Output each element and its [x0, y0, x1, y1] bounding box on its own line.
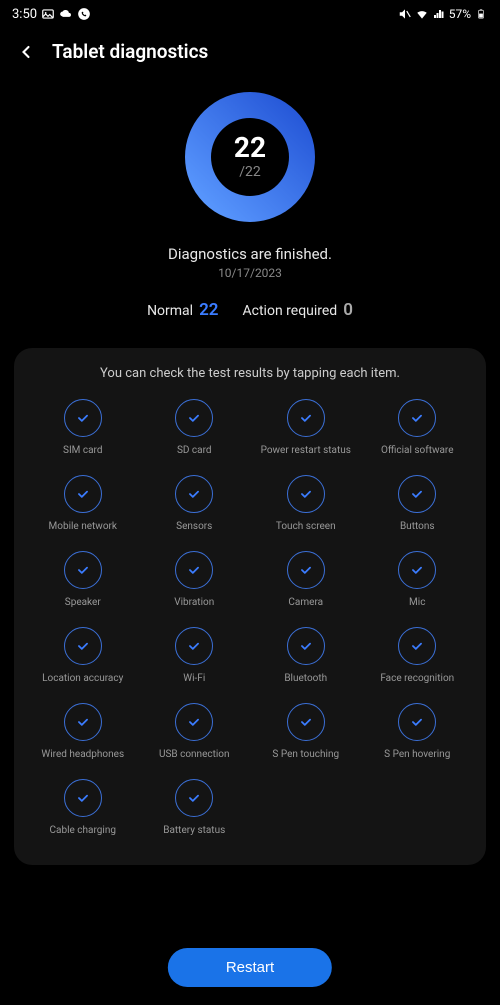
check-icon: [398, 703, 436, 741]
result-label: SIM card: [63, 445, 102, 457]
action-count: Action required 0: [243, 300, 353, 320]
check-icon: [398, 551, 436, 589]
progress-total: /22: [234, 164, 266, 180]
result-item[interactable]: Vibration: [140, 547, 250, 613]
check-icon: [287, 627, 325, 665]
check-icon: [287, 551, 325, 589]
check-icon: [64, 475, 102, 513]
finished-date: 10/17/2023: [0, 266, 500, 280]
result-item[interactable]: Buttons: [363, 471, 473, 537]
progress-ring: 22 /22: [180, 87, 320, 227]
back-button[interactable]: [16, 42, 36, 62]
result-item[interactable]: Sensors: [140, 471, 250, 537]
result-label: Mic: [409, 597, 425, 609]
check-icon: [398, 475, 436, 513]
phone-icon: [77, 7, 91, 21]
result-label: S Pen hovering: [384, 749, 450, 761]
result-item[interactable]: Face recognition: [363, 623, 473, 689]
signal-icon: [432, 7, 446, 21]
action-label: Action required: [243, 303, 338, 319]
results-panel: You can check the test results by tappin…: [14, 348, 486, 865]
page-title: Tablet diagnostics: [52, 40, 208, 63]
check-icon: [398, 399, 436, 437]
status-time: 3:50: [12, 7, 37, 22]
result-item[interactable]: S Pen touching: [251, 699, 361, 765]
result-label: Location accuracy: [42, 673, 123, 685]
result-item[interactable]: S Pen hovering: [363, 699, 473, 765]
result-label: Bluetooth: [284, 673, 327, 685]
result-item[interactable]: Official software: [363, 395, 473, 461]
result-item[interactable]: Touch screen: [251, 471, 361, 537]
normal-label: Normal: [147, 303, 193, 319]
action-value: 0: [343, 300, 353, 320]
progress-count: 22: [234, 134, 266, 162]
result-item[interactable]: Cable charging: [28, 775, 138, 841]
check-icon: [175, 779, 213, 817]
normal-value: 22: [199, 300, 218, 320]
battery-icon: [474, 7, 488, 21]
check-icon: [287, 475, 325, 513]
result-item[interactable]: Battery status: [140, 775, 250, 841]
counts-row: Normal 22 Action required 0: [0, 300, 500, 320]
restart-button[interactable]: Restart: [168, 948, 332, 987]
battery-text: 57%: [449, 7, 471, 21]
results-hint: You can check the test results by tappin…: [28, 366, 472, 381]
result-label: Buttons: [400, 521, 435, 533]
check-icon: [64, 627, 102, 665]
result-label: Face recognition: [380, 673, 454, 685]
check-icon: [175, 627, 213, 665]
status-left: 3:50: [12, 7, 91, 22]
result-item[interactable]: Mobile network: [28, 471, 138, 537]
cloud-icon: [59, 7, 73, 21]
result-item[interactable]: Bluetooth: [251, 623, 361, 689]
check-icon: [175, 703, 213, 741]
result-item[interactable]: Speaker: [28, 547, 138, 613]
check-icon: [398, 627, 436, 665]
result-item[interactable]: Mic: [363, 547, 473, 613]
result-label: USB connection: [159, 749, 230, 761]
page-header: Tablet diagnostics: [0, 28, 500, 83]
result-label: Camera: [288, 597, 323, 609]
result-label: Power restart status: [261, 445, 351, 457]
result-label: Speaker: [65, 597, 101, 609]
result-label: Wired headphones: [41, 749, 124, 761]
result-item[interactable]: Camera: [251, 547, 361, 613]
result-item[interactable]: SIM card: [28, 395, 138, 461]
finished-section: Diagnostics are finished. 10/17/2023: [0, 245, 500, 280]
result-item[interactable]: SD card: [140, 395, 250, 461]
result-label: SD card: [177, 445, 212, 457]
check-icon: [64, 779, 102, 817]
result-label: Battery status: [163, 825, 225, 837]
check-icon: [175, 475, 213, 513]
result-item[interactable]: Power restart status: [251, 395, 361, 461]
result-label: Cable charging: [50, 825, 116, 837]
check-icon: [287, 399, 325, 437]
result-label: Vibration: [174, 597, 214, 609]
check-icon: [287, 703, 325, 741]
result-label: Official software: [381, 445, 454, 457]
status-bar: 3:50 57%: [0, 0, 500, 28]
result-item[interactable]: Location accuracy: [28, 623, 138, 689]
check-icon: [64, 703, 102, 741]
result-label: Touch screen: [276, 521, 336, 533]
result-item[interactable]: Wired headphones: [28, 699, 138, 765]
progress-ring-container: 22 /22: [0, 87, 500, 227]
result-label: Sensors: [176, 521, 212, 533]
normal-count: Normal 22: [147, 300, 218, 320]
result-item[interactable]: USB connection: [140, 699, 250, 765]
check-icon: [64, 399, 102, 437]
check-icon: [175, 551, 213, 589]
mute-icon: [398, 7, 412, 21]
finished-title: Diagnostics are finished.: [0, 245, 500, 263]
check-icon: [64, 551, 102, 589]
results-grid: SIM card SD card Power restart status Offic…: [28, 395, 472, 841]
result-item[interactable]: Wi-Fi: [140, 623, 250, 689]
result-label: Wi-Fi: [183, 673, 205, 685]
status-right: 57%: [398, 7, 488, 21]
check-icon: [175, 399, 213, 437]
result-label: S Pen touching: [272, 749, 339, 761]
wifi-icon: [415, 7, 429, 21]
image-icon: [41, 7, 55, 21]
result-label: Mobile network: [49, 521, 117, 533]
